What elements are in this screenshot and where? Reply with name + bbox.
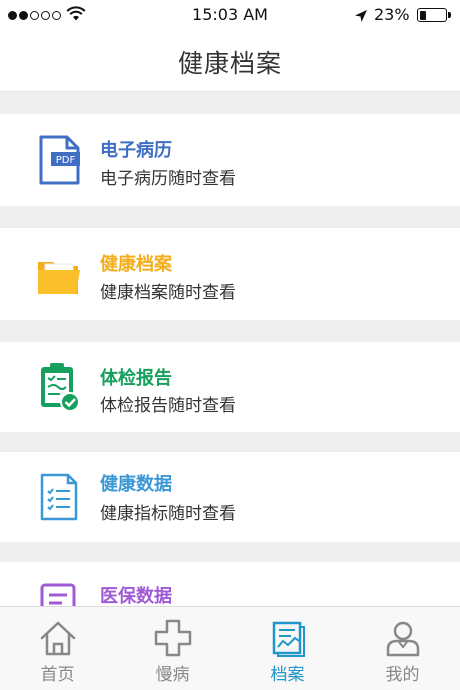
home-icon xyxy=(39,619,77,657)
card-title: 体检报告 xyxy=(100,368,172,389)
tab-label: 慢病 xyxy=(155,665,190,685)
insurance-document-icon xyxy=(36,577,82,606)
folder-icon xyxy=(36,248,82,300)
battery-icon xyxy=(417,8,447,22)
card-insurance[interactable]: 医保数据 xyxy=(0,562,460,606)
pdf-document-icon: PDF xyxy=(36,134,82,186)
tab-home[interactable]: 首页 xyxy=(0,607,115,690)
card-title: 电子病历 xyxy=(100,140,172,161)
card-subtitle: 体检报告随时查看 xyxy=(100,396,236,416)
tab-me[interactable]: 我的 xyxy=(345,607,460,690)
tab-records[interactable]: 档案 xyxy=(230,607,345,690)
card-checkup[interactable]: 体检报告 体检报告随时查看 xyxy=(0,342,460,432)
card-subtitle: 健康档案随时查看 xyxy=(100,283,236,303)
status-bar: 15:03 AM 23% xyxy=(0,0,460,30)
clipboard-check-icon xyxy=(36,361,82,413)
record-list[interactable]: PDF 电子病历 电子病历随时查看 健康档案 健康档案随时查看 体检报告 体检报… xyxy=(0,92,460,606)
tab-label: 档案 xyxy=(270,665,305,685)
tab-bar: 首页 慢病 档案 我的 xyxy=(0,606,460,690)
card-subtitle: 健康指标随时查看 xyxy=(100,504,236,524)
svg-text:PDF: PDF xyxy=(56,155,76,166)
card-title: 医保数据 xyxy=(100,586,172,606)
user-icon xyxy=(384,619,422,657)
tab-label: 首页 xyxy=(40,665,75,685)
card-title: 健康数据 xyxy=(100,474,172,495)
card-title: 健康档案 xyxy=(100,254,172,275)
tab-label: 我的 xyxy=(385,665,420,685)
page-title: 健康档案 xyxy=(177,49,282,78)
tab-chronic[interactable]: 慢病 xyxy=(115,607,230,690)
card-emr[interactable]: PDF 电子病历 电子病历随时查看 xyxy=(0,114,460,206)
location-arrow-icon xyxy=(354,8,368,22)
battery-percent: 23% xyxy=(374,5,410,24)
medical-cross-icon xyxy=(154,619,192,657)
card-subtitle: 电子病历随时查看 xyxy=(100,169,236,189)
checklist-document-icon xyxy=(36,471,82,523)
card-archive[interactable]: 健康档案 健康档案随时查看 xyxy=(0,228,460,320)
card-health-data[interactable]: 健康数据 健康指标随时查看 xyxy=(0,452,460,542)
records-icon xyxy=(269,619,307,657)
navigation-bar: 健康档案 xyxy=(0,30,460,92)
